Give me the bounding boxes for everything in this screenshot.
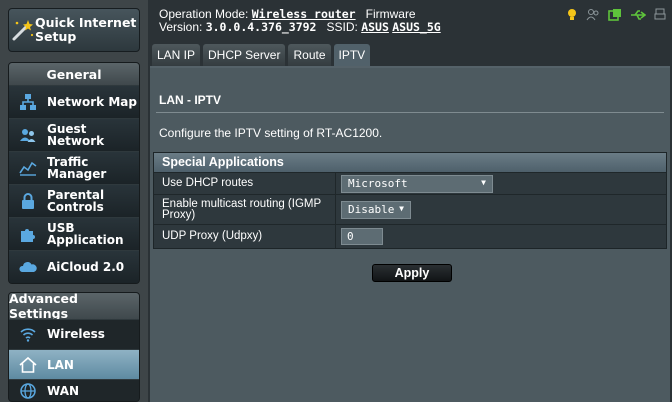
- version-label: Version:: [159, 20, 203, 34]
- clients-icon[interactable]: [586, 8, 600, 27]
- puzzle-icon: [9, 225, 47, 243]
- sidebar-item-label: Wireless: [47, 326, 105, 341]
- dhcp-routes-label: Use DHCP routes: [154, 173, 336, 194]
- status-icons: [566, 8, 666, 27]
- dhcp-routes-selected-value: Microsoft: [348, 177, 408, 190]
- sidebar-item-guest-network[interactable]: Guest Network: [9, 118, 139, 151]
- general-header: General: [9, 63, 139, 85]
- traffic-manager-icon: [9, 159, 47, 177]
- operation-mode-label: Operation Mode:: [159, 7, 249, 21]
- globe-icon: [9, 382, 47, 400]
- multicast-routing-label: Enable multicast routing (IGMP Proxy): [154, 195, 336, 224]
- divider: [156, 112, 664, 113]
- usb-icon[interactable]: [630, 8, 647, 27]
- guest-network-icon: [9, 126, 47, 144]
- multicast-routing-select[interactable]: Disable ▼: [341, 200, 411, 219]
- ssid-link-2g[interactable]: ASUS: [361, 20, 389, 34]
- tab-iptv[interactable]: IPTV: [333, 44, 371, 66]
- sidebar-item-usb-application[interactable]: USB Application: [9, 217, 139, 250]
- table-row: UDP Proxy (Udpxy) 0: [154, 224, 666, 248]
- tab-route[interactable]: Route: [288, 44, 331, 66]
- dhcp-routes-select[interactable]: Microsoft ▼: [341, 174, 493, 193]
- internet-status-icon[interactable]: [608, 8, 622, 27]
- advanced-settings-menu: Advanced Settings Wireless LAN WAN: [8, 292, 140, 402]
- lock-icon: [9, 192, 47, 210]
- apply-button[interactable]: Apply: [372, 264, 452, 282]
- lan-tabs: LAN IP DHCP Server Route IPTV: [152, 44, 371, 66]
- sidebar-item-label: Traffic Manager: [47, 155, 107, 181]
- row-value: Microsoft ▼: [336, 173, 666, 194]
- tab-dhcp-server[interactable]: DHCP Server: [203, 44, 286, 66]
- printer-icon[interactable]: [654, 8, 666, 27]
- firmware-label: Firmware: [365, 7, 416, 21]
- dropdown-arrow-icon: ▼: [481, 177, 486, 187]
- advanced-settings-header: Advanced Settings: [9, 293, 139, 321]
- firmware-version-link[interactable]: 3.0.0.4.376_3792: [206, 20, 317, 34]
- sidebar-item-label: Network Map: [47, 95, 137, 109]
- sidebar-item-wireless[interactable]: Wireless: [9, 319, 139, 347]
- sidebar-item-parental-controls[interactable]: Parental Controls: [9, 184, 139, 217]
- cloud-icon: [9, 258, 47, 276]
- content-panel: LAN - IPTV Configure the IPTV setting of…: [150, 66, 670, 402]
- sidebar: Quick Internet Setup General Network Map…: [0, 0, 148, 402]
- row-value: 0: [336, 225, 666, 248]
- qis-label: Quick Internet Setup: [35, 15, 137, 44]
- table-row: Use DHCP routes Microsoft ▼: [154, 172, 666, 194]
- table-row: Enable multicast routing (IGMP Proxy) Di…: [154, 194, 666, 224]
- row-value: Disable ▼: [336, 195, 666, 224]
- sidebar-item-label: AiCloud 2.0: [47, 260, 125, 274]
- sidebar-item-wan[interactable]: WAN: [9, 379, 139, 401]
- network-map-icon: [9, 93, 47, 111]
- udp-proxy-label: UDP Proxy (Udpxy): [154, 225, 336, 248]
- operation-mode-link[interactable]: Wireless router: [252, 7, 356, 21]
- wifi-icon: [9, 325, 47, 343]
- sidebar-item-label: Parental Controls: [47, 188, 105, 214]
- quick-internet-setup-button[interactable]: Quick Internet Setup: [8, 8, 140, 52]
- tab-lan-ip[interactable]: LAN IP: [152, 44, 201, 66]
- sidebar-item-label: Guest Network: [47, 122, 105, 148]
- page-title: LAN - IPTV: [159, 93, 221, 107]
- general-menu: General Network Map Guest Network Traffi…: [8, 62, 140, 284]
- sidebar-item-traffic-manager[interactable]: Traffic Manager: [9, 151, 139, 184]
- sidebar-item-lan[interactable]: LAN: [9, 349, 139, 379]
- sidebar-item-label: WAN: [47, 383, 80, 398]
- ssid-label: SSID:: [326, 20, 358, 34]
- udp-proxy-input[interactable]: 0: [341, 228, 383, 245]
- multicast-routing-selected-value: Disable: [348, 203, 395, 216]
- top-status-bar: Operation Mode: Wireless router Firmware…: [150, 0, 672, 44]
- magic-wand-icon: [9, 12, 35, 48]
- notification-bulb-icon[interactable]: [566, 8, 578, 27]
- dropdown-arrow-icon: ▼: [399, 203, 404, 213]
- sidebar-item-aicloud[interactable]: AiCloud 2.0: [9, 250, 139, 283]
- status-text: Operation Mode: Wireless router Firmware…: [159, 8, 441, 34]
- page-description: Configure the IPTV setting of RT-AC1200.: [159, 126, 383, 140]
- section-header: Special Applications: [154, 153, 666, 172]
- home-icon: [9, 356, 47, 374]
- ssid-link-5g[interactable]: ASUS_5G: [392, 20, 440, 34]
- sidebar-item-label: USB Application: [47, 221, 124, 247]
- sidebar-item-label: LAN: [47, 357, 74, 372]
- special-applications-table: Special Applications Use DHCP routes Mic…: [153, 152, 667, 249]
- sidebar-item-network-map[interactable]: Network Map: [9, 85, 139, 118]
